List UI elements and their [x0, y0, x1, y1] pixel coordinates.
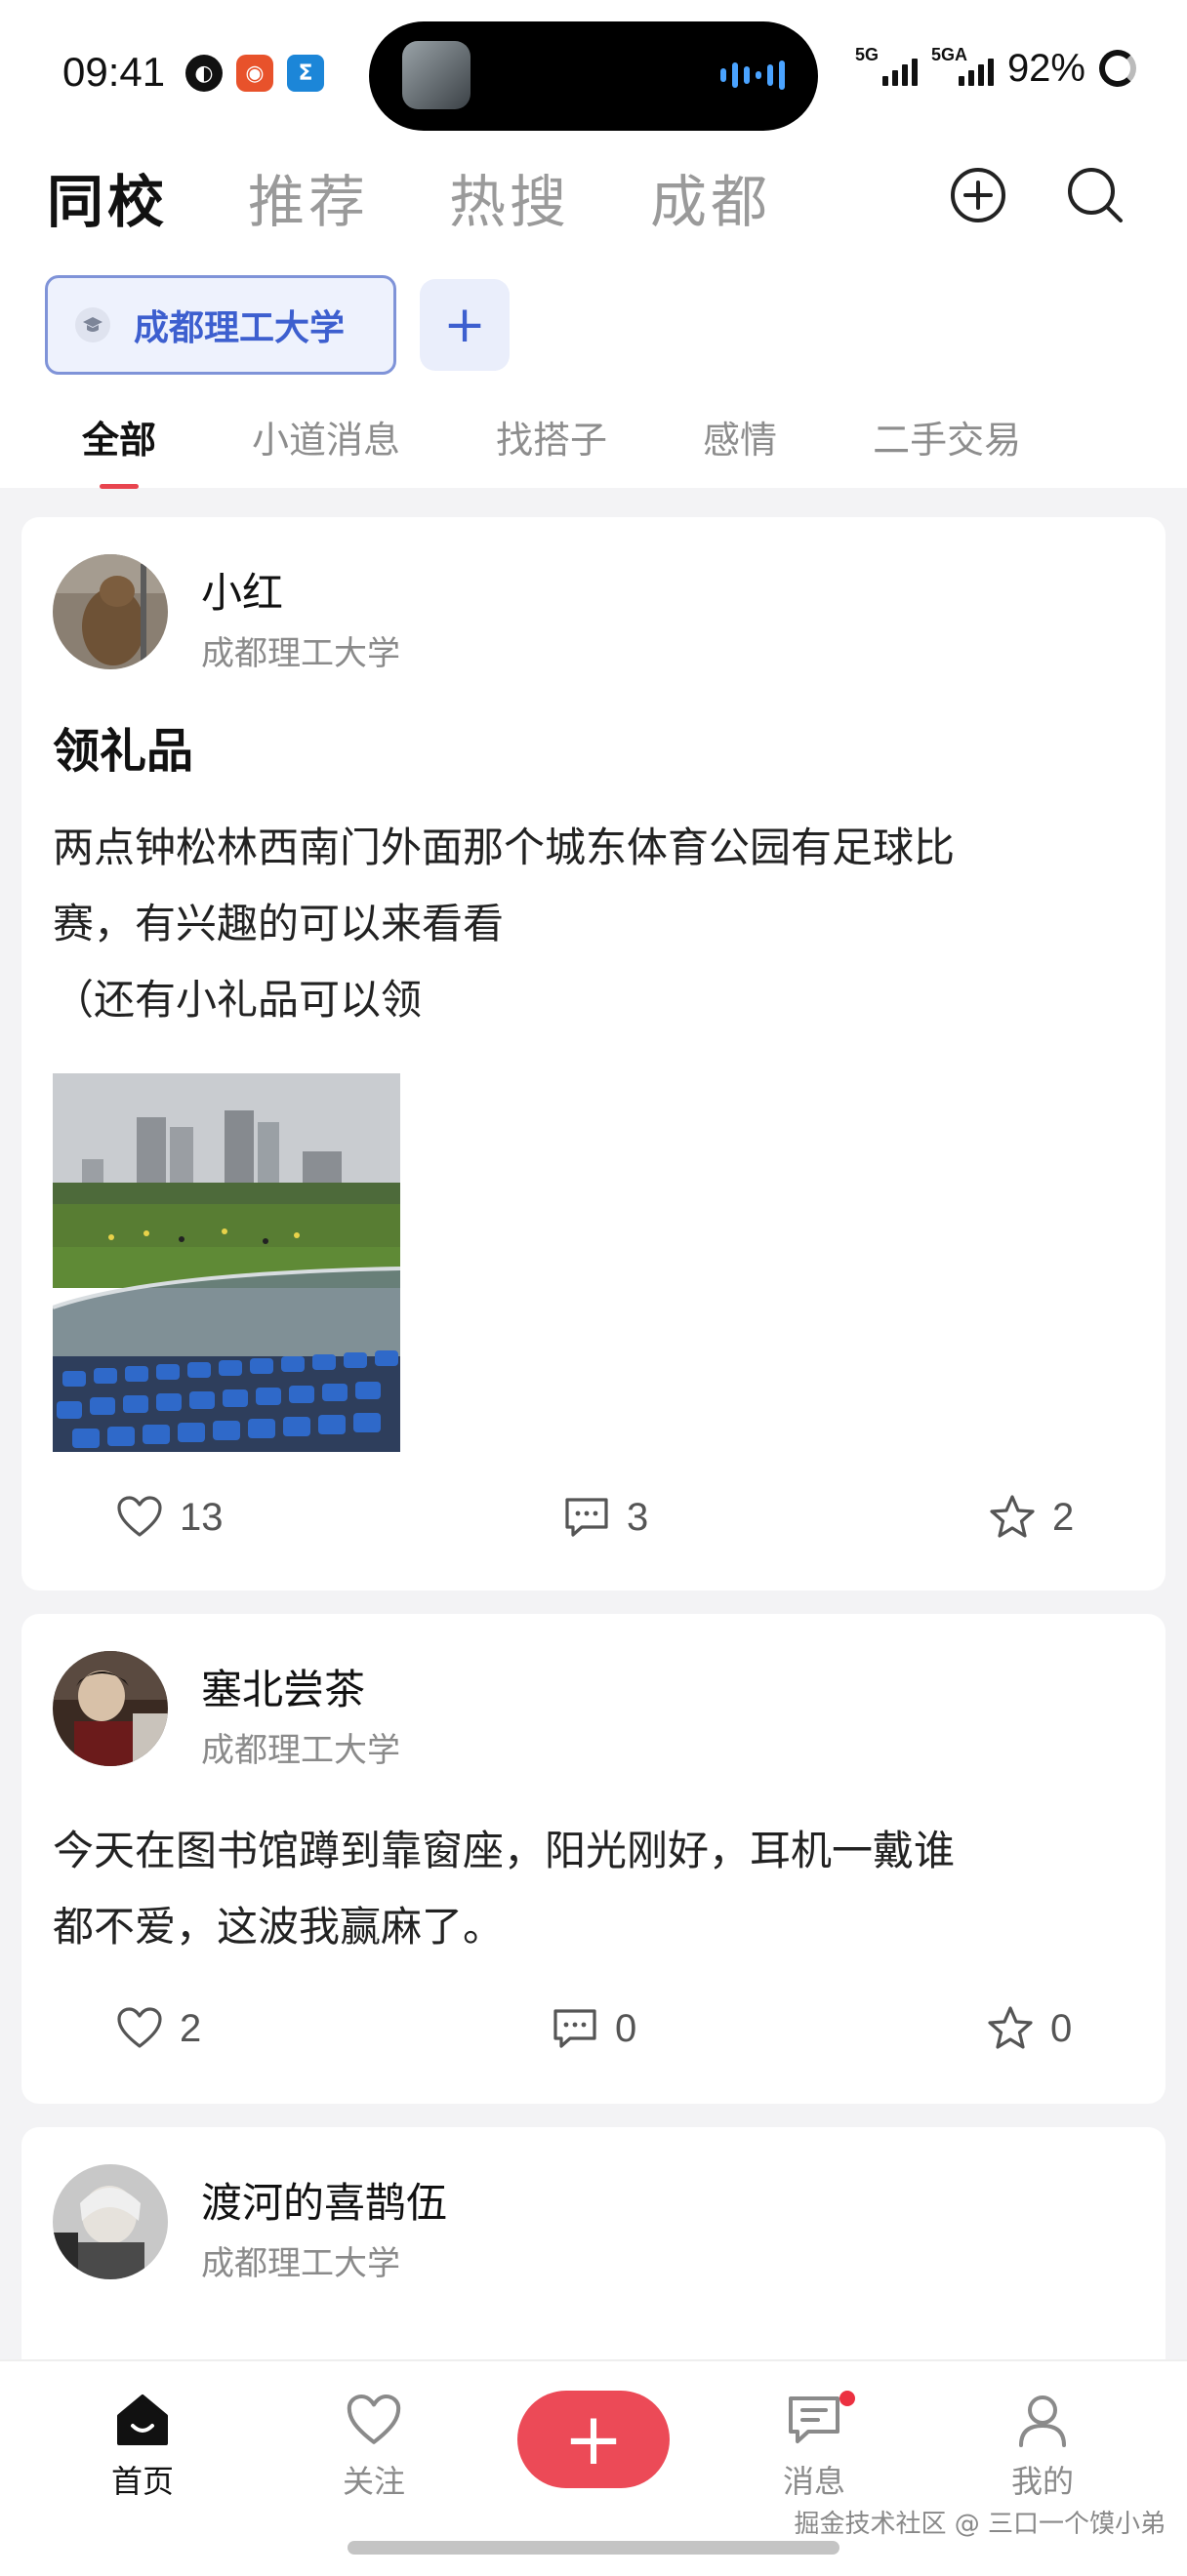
author-name[interactable]: 渡河的喜鹊伍 [201, 2170, 447, 2230]
heart-icon [117, 1496, 162, 1537]
message-icon [789, 2396, 839, 2443]
tab-same-school[interactable]: 同校 [47, 156, 168, 238]
heart-icon [347, 2394, 401, 2444]
nav-me[interactable]: 我的 [974, 2391, 1111, 2502]
create-post-button[interactable]: + [517, 2391, 670, 2488]
add-school-button[interactable]: + [420, 279, 510, 371]
signal-5ga-icon: 5GA [931, 45, 994, 92]
home-indicator[interactable] [348, 2541, 839, 2555]
nav-home-label: 首页 [110, 2463, 174, 2500]
avatar[interactable] [53, 1651, 168, 1766]
sigma-app-icon: Σ [287, 55, 324, 92]
unread-badge [839, 2391, 855, 2406]
comment-button[interactable]: 3 [562, 1493, 648, 1542]
status-right: 5G 5GA 92% [855, 45, 1136, 92]
star-icon [988, 2006, 1033, 2049]
comment-icon [553, 2009, 596, 2048]
comment-button[interactable]: 0 [551, 2004, 636, 2053]
user-icon [1019, 2395, 1066, 2447]
nav-follow-label: 关注 [342, 2463, 405, 2500]
author-school: 成都理工大学 [201, 634, 400, 673]
favorite-count: 2 [1052, 1495, 1075, 1539]
author-school: 成都理工大学 [201, 2244, 400, 2283]
favorite-button[interactable]: 2 [988, 1493, 1074, 1542]
signal-5g-label: 5G [854, 45, 879, 64]
media-thumbnail [402, 41, 471, 109]
post-title: 领礼品 [53, 724, 194, 779]
category-tab-find-partner[interactable]: 找搭子 [496, 410, 607, 463]
home-icon [117, 2395, 168, 2445]
post-card[interactable]: 小红 成都理工大学 领礼品 两点钟松林西南门外面那个城东体育公园有足球比 赛，有… [21, 517, 1166, 1590]
battery-percent: 92% [1006, 46, 1085, 90]
nav-messages[interactable]: 消息 [746, 2391, 882, 2502]
comment-count: 3 [627, 1495, 649, 1539]
heart-icon [117, 2007, 162, 2048]
author-school: 成都理工大学 [201, 1731, 400, 1770]
nav-me-label: 我的 [1010, 2463, 1074, 2500]
favorite-button[interactable]: 0 [986, 2004, 1072, 2053]
tab-trending[interactable]: 热搜 [449, 156, 570, 238]
like-button[interactable]: 2 [115, 2004, 201, 2053]
post-body: 今天在图书馆蹲到靠窗座，阳光刚好，耳机一戴谁 都不爱，这波我赢麻了。 [53, 1827, 956, 1951]
comment-icon [565, 1498, 608, 1537]
header-tabs: 同校 推荐 热搜 成都 [47, 156, 771, 238]
status-notification-icons: ◐ ◉ Σ [185, 55, 324, 92]
post-image[interactable] [53, 1073, 400, 1452]
star-icon [990, 1495, 1035, 1538]
category-tabs: 全部 小道消息 找搭子 感情 二手交易 [82, 410, 1021, 489]
audio-wave-icon [720, 60, 785, 90]
nav-follow[interactable]: 关注 [306, 2391, 442, 2502]
author-name[interactable]: 小红 [201, 560, 283, 620]
nav-messages-label: 消息 [782, 2463, 845, 2500]
category-tab-romance[interactable]: 感情 [703, 410, 777, 463]
school-filter-chip[interactable]: 成都理工大学 [45, 275, 396, 375]
category-tab-all[interactable]: 全部 [82, 410, 156, 489]
school-chip-label: 成都理工大学 [134, 308, 346, 348]
dynamic-island[interactable] [369, 21, 818, 131]
battery-icon [1099, 50, 1136, 87]
nav-home[interactable]: 首页 [74, 2391, 211, 2502]
avatar[interactable] [53, 2164, 168, 2279]
globe-icon: ◐ [185, 55, 223, 92]
category-tab-gossip[interactable]: 小道消息 [252, 410, 400, 463]
post-body: 两点钟松林西南门外面那个城东体育公园有足球比 赛，有兴趣的可以来看看 （还有小礼… [53, 824, 956, 1024]
favorite-count: 0 [1050, 2006, 1073, 2050]
tab-recommend[interactable]: 推荐 [248, 156, 369, 238]
add-circle-icon[interactable] [947, 164, 1009, 226]
author-name[interactable]: 塞北尝茶 [201, 1657, 365, 1716]
post-actions: 2 0 0 [21, 2004, 1166, 2082]
signal-5g-icon: 5G [855, 45, 918, 92]
app-robot-icon: ◉ [236, 55, 273, 92]
status-time: 09:41 [62, 49, 166, 95]
avatar[interactable] [53, 554, 168, 669]
search-icon[interactable] [1064, 164, 1126, 226]
post-actions: 13 3 2 [21, 1493, 1166, 1571]
post-card[interactable]: 塞北尝茶 成都理工大学 今天在图书馆蹲到靠窗座，阳光刚好，耳机一戴谁 都不爱，这… [21, 1614, 1166, 2104]
like-button[interactable]: 13 [115, 1493, 224, 1542]
graduation-cap-icon [75, 307, 110, 342]
like-count: 2 [180, 2006, 202, 2050]
status-bar: 09:41 ◐ ◉ Σ 5G 5GA 92% [0, 0, 1187, 146]
tab-chengdu[interactable]: 成都 [650, 156, 771, 238]
category-tab-second-hand[interactable]: 二手交易 [873, 410, 1021, 463]
like-count: 13 [180, 1495, 224, 1539]
watermark: 掘金技术社区 @ 三口一个馍小弟 [794, 2510, 1166, 2539]
comment-count: 0 [615, 2006, 637, 2050]
